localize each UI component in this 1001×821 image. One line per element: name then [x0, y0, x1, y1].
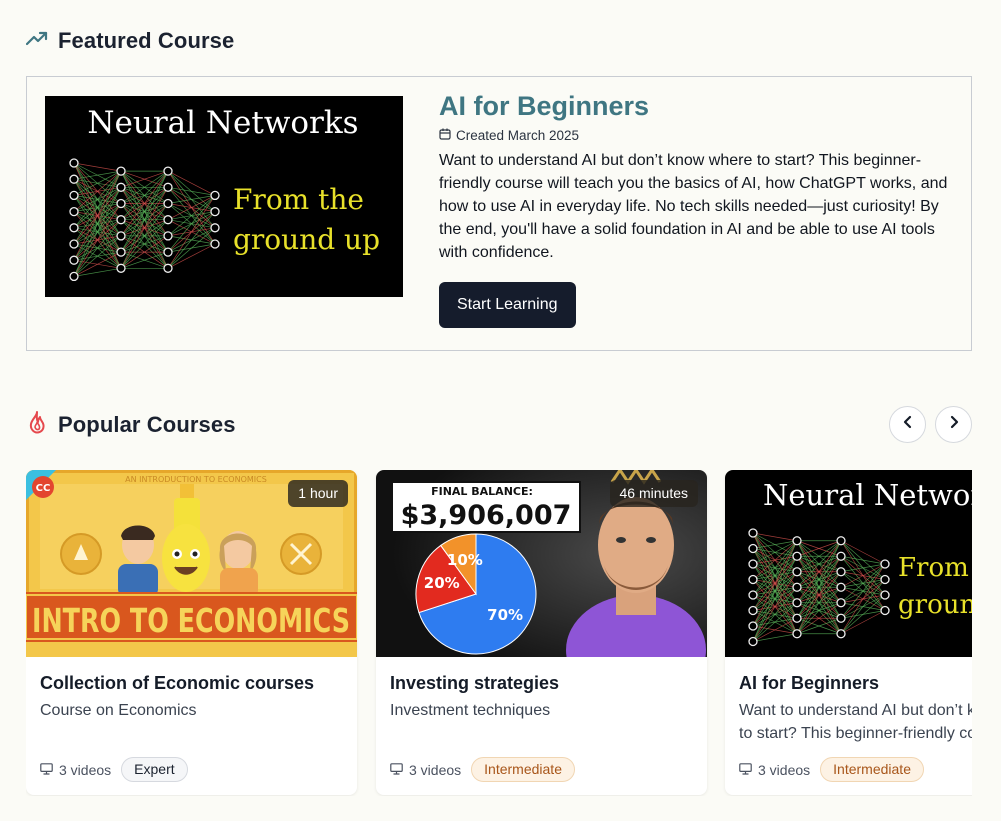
- video-count: 3 videos: [758, 761, 811, 778]
- course-subtitle: Course on Economics: [40, 702, 197, 719]
- featured-course-header: Featured Course: [25, 28, 235, 54]
- final-balance-label: FINAL BALANCE:: [431, 485, 533, 498]
- course-meta: 3 videos Intermediate: [739, 757, 924, 782]
- video-count: 3 videos: [59, 761, 112, 778]
- thumb-line1: From the: [233, 183, 364, 216]
- trending-up-icon: [25, 31, 48, 52]
- course-card[interactable]: AN INTRODUCTION TO ECONOMICS CC INTRO TO…: [26, 470, 357, 795]
- featured-course-name[interactable]: AI for Beginners: [439, 91, 954, 122]
- chevron-right-icon: [949, 415, 959, 434]
- duration-badge: 1 hour: [288, 480, 348, 507]
- thumb-line2: ground up: [898, 590, 972, 620]
- start-learning-button[interactable]: Start Learning: [439, 282, 576, 328]
- course-title[interactable]: AI for Beginners: [739, 673, 879, 694]
- monitor-icon: [390, 762, 403, 778]
- monitor-icon: [40, 762, 53, 778]
- course-thumbnail[interactable]: FINAL BALANCE: $3,906,007 70% 20% 10% 46 m…: [376, 470, 707, 657]
- econ-big-text: INTRO TO ECONOMICS: [32, 601, 350, 640]
- econ-banner-top: AN INTRODUCTION TO ECONOMICS: [125, 475, 267, 484]
- course-meta: 3 videos Intermediate: [390, 757, 575, 782]
- course-meta: 3 videos Expert: [40, 757, 188, 782]
- popular-courses-carousel: AN INTRODUCTION TO ECONOMICS CC INTRO TO…: [26, 470, 972, 796]
- cc-logo: CC: [36, 483, 51, 494]
- popular-courses-title: Popular Courses: [58, 411, 236, 437]
- monitor-icon: [739, 762, 752, 778]
- level-badge: Expert: [121, 757, 188, 782]
- featured-thumbnail[interactable]: Neural Networks From the ground up: [45, 96, 403, 297]
- pie-label: 70%: [487, 606, 523, 624]
- pie-label: 20%: [424, 574, 460, 592]
- featured-info: AI for Beginners Created March 2025 Want…: [439, 91, 954, 328]
- chevron-left-icon: [903, 415, 913, 434]
- popular-courses-header: Popular Courses: [26, 410, 236, 439]
- flame-icon: [26, 410, 48, 439]
- thumb-line1: From the: [898, 553, 972, 583]
- course-thumbnail[interactable]: AN INTRODUCTION TO ECONOMICS CC INTRO TO…: [26, 470, 357, 657]
- level-badge: Intermediate: [820, 757, 924, 782]
- course-subtitle: Investment techniques: [390, 702, 551, 719]
- pie-label: 10%: [447, 551, 483, 569]
- calendar-icon: [439, 128, 451, 143]
- video-count: 3 videos: [409, 761, 462, 778]
- featured-description: Want to understand AI but don’t know whe…: [439, 152, 948, 261]
- course-card[interactable]: Neural Networks From the ground up AI fo…: [725, 470, 972, 795]
- created-label: Created March 2025: [456, 128, 580, 143]
- course-card[interactable]: FINAL BALANCE: $3,906,007 70% 20% 10% 46 m…: [376, 470, 707, 795]
- course-thumbnail[interactable]: Neural Networks From the ground up: [725, 470, 972, 657]
- carousel-next-button[interactable]: [935, 406, 972, 443]
- carousel-prev-button[interactable]: [889, 406, 926, 443]
- neural-network-image: Neural Networks From the ground up: [725, 470, 972, 657]
- thumb-title: Neural Networks: [87, 105, 358, 141]
- course-title[interactable]: Investing strategies: [390, 673, 559, 694]
- duration-badge: 46 minutes: [609, 480, 698, 507]
- level-badge: Intermediate: [471, 757, 575, 782]
- neural-network-image: Neural Networks From the ground up: [45, 96, 403, 297]
- final-balance-amount: $3,906,007: [401, 500, 572, 531]
- created-date: Created March 2025: [439, 128, 954, 143]
- thumb-line2: ground up: [233, 223, 380, 256]
- featured-course-card[interactable]: Neural Networks From the ground up AI fo…: [26, 76, 972, 351]
- featured-course-title: Featured Course: [58, 28, 235, 53]
- thumb-title: Neural Networks: [763, 478, 972, 512]
- course-subtitle: Want to understand AI but don’t know whe…: [739, 702, 972, 742]
- course-title[interactable]: Collection of Economic courses: [40, 673, 314, 694]
